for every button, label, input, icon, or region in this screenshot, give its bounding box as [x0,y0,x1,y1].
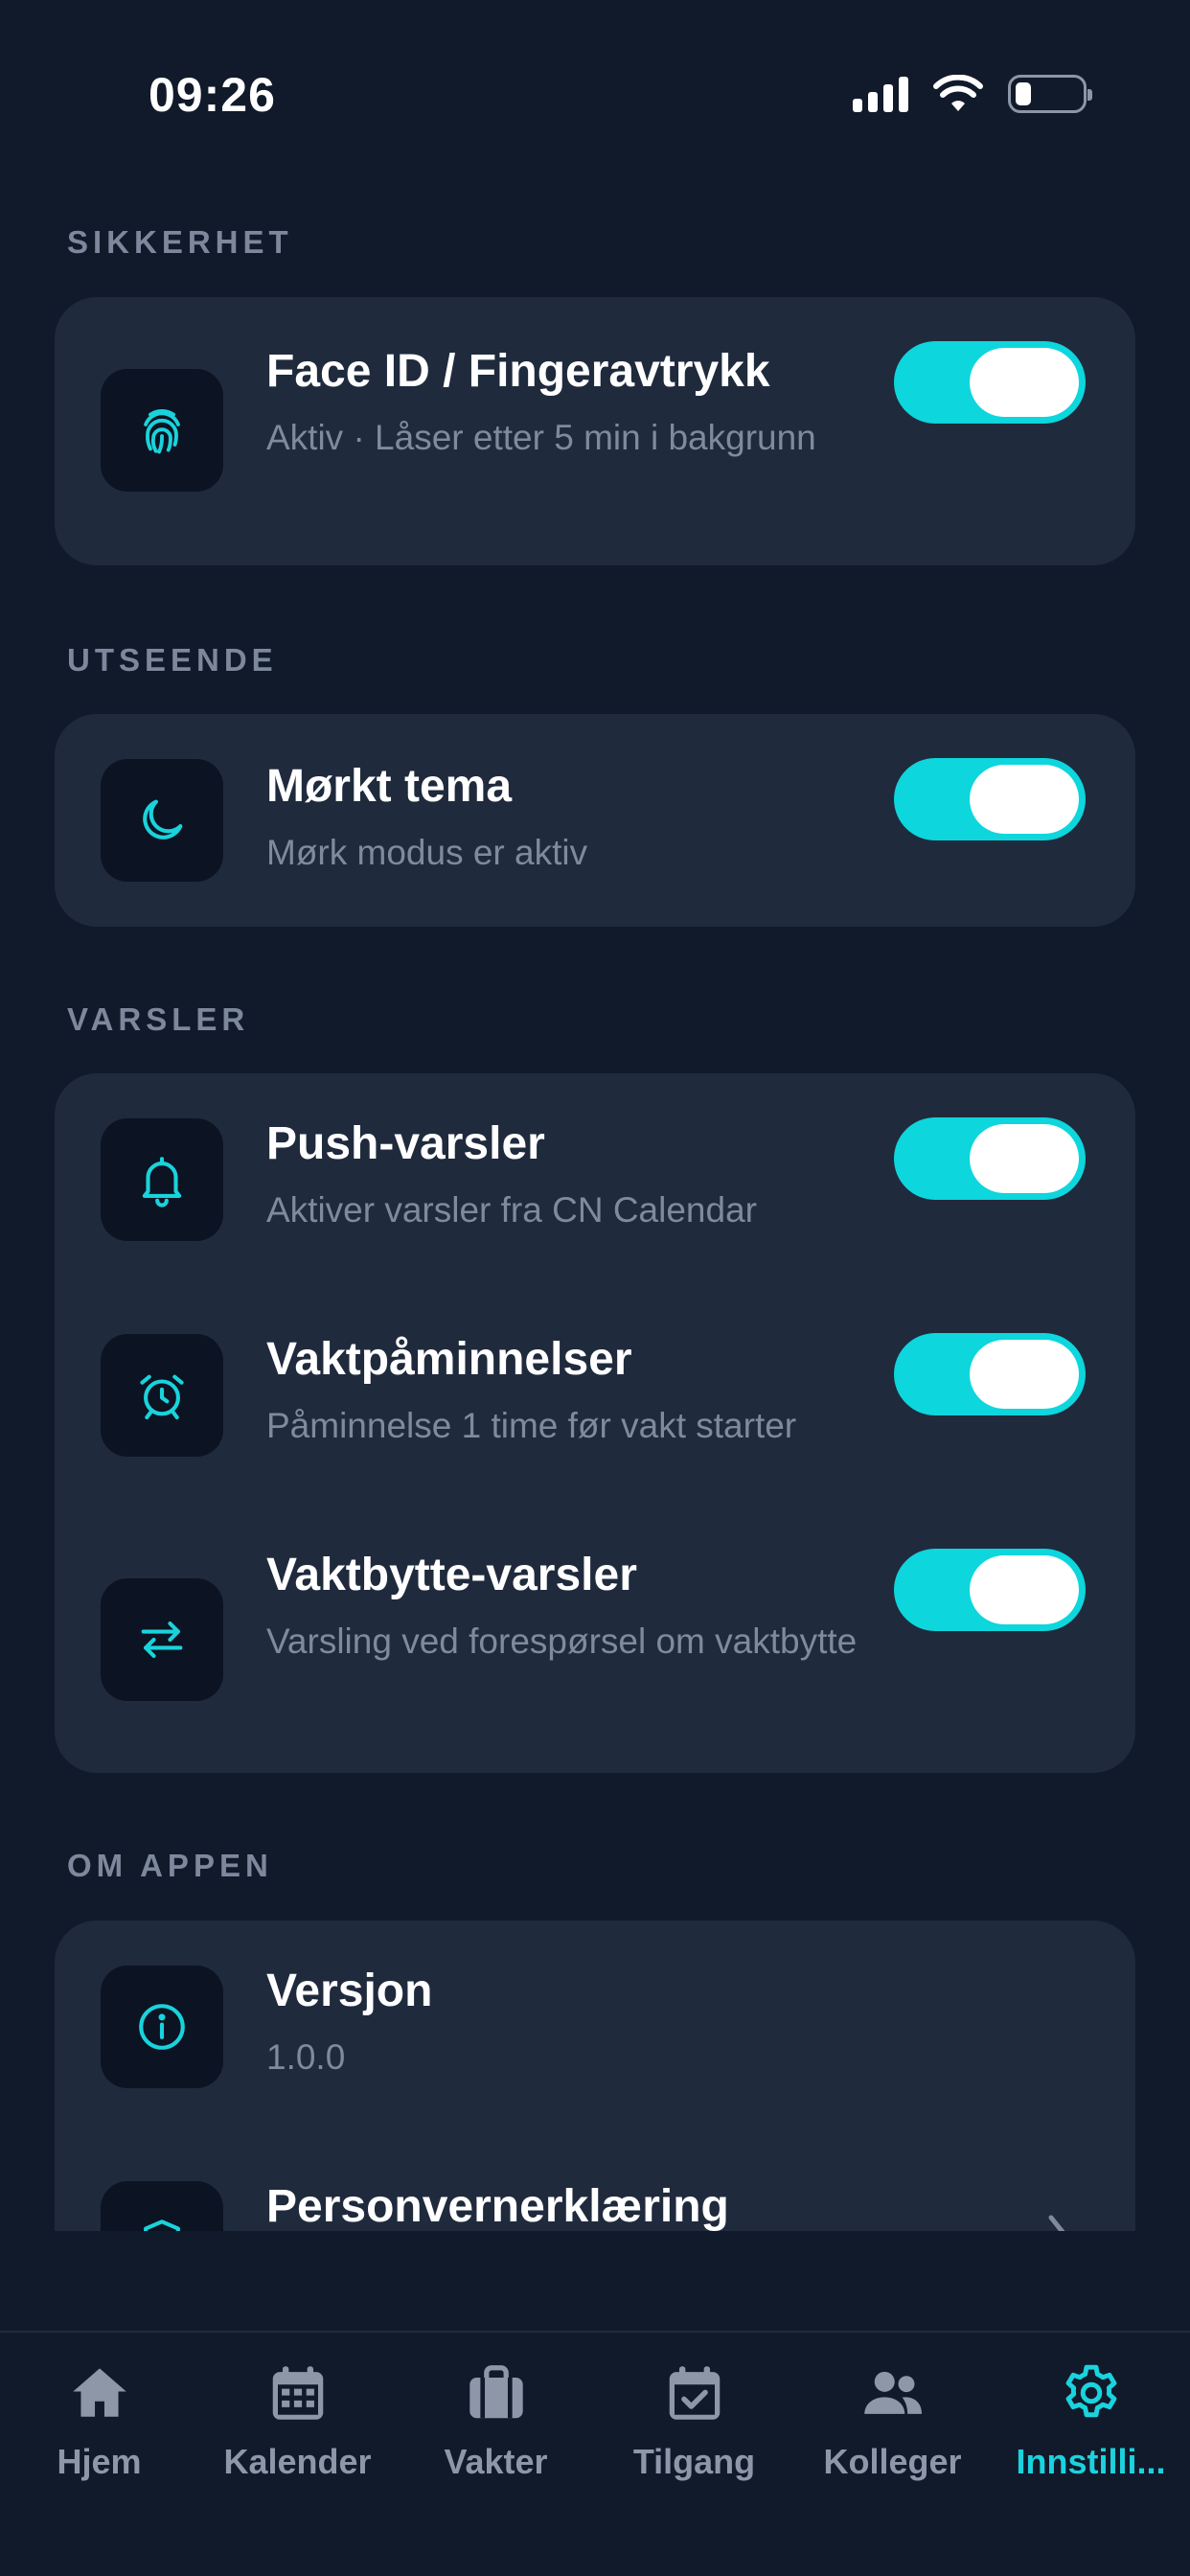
settings-screen: 09:26 SIKKERHET Face ID / Fingeravtrykk … [0,0,1190,2576]
about-card: Versjon 1.0.0 Personvernerklæring [55,1920,1135,2231]
dark-theme-toggle[interactable] [894,758,1086,840]
gear-icon [1058,2359,1125,2426]
status-icons [853,75,1092,113]
toggle-knob [970,1124,1079,1193]
tab-calendar[interactable]: Kalender [198,2359,397,2503]
section-title-notifications: VARSLER [67,1001,250,1037]
home-icon [66,2359,133,2426]
setting-row-privacy[interactable]: Personvernerklæring [55,2136,1135,2231]
tab-label: Vakter [444,2442,548,2481]
tab-label: Hjem [57,2442,142,2481]
security-card: Face ID / Fingeravtrykk Aktiv · Låser et… [55,297,1135,565]
setting-title: Push-varsler [266,1118,545,1169]
status-time: 09:26 [149,68,276,122]
toggle-knob [970,1555,1079,1624]
tab-home[interactable]: Hjem [0,2359,198,2503]
setting-subtitle: Mørk modus er aktiv [266,833,588,872]
setting-row-face-id[interactable]: Face ID / Fingeravtrykk Aktiv · Låser et… [55,297,1135,565]
tab-label: Innstilli... [1016,2442,1166,2481]
tab-shifts[interactable]: Vakter [397,2359,595,2503]
tab-colleagues[interactable]: Kolleger [793,2359,992,2503]
setting-subtitle: Påminnelse 1 time før vakt starter [266,1406,797,1445]
swap-arrows-icon [101,1578,223,1701]
section-title-about: OM APPEN [67,1848,273,1883]
toggle-knob [970,765,1079,834]
tab-label: Kolleger [823,2442,962,2481]
push-toggle[interactable] [894,1117,1086,1200]
cellular-signal-icon [853,76,908,112]
fingerprint-icon [101,369,223,492]
setting-title: Personvernerklæring [266,2181,729,2231]
briefcase-icon [463,2359,530,2426]
tab-label: Kalender [223,2442,372,2481]
chevron-right-icon [1048,2215,1065,2231]
appearance-card: Mørkt tema Mørk modus er aktiv [55,714,1135,927]
info-icon [101,1966,223,2088]
setting-row-shift-reminders[interactable]: Vaktpåminnelser Påminnelse 1 time før va… [55,1289,1135,1500]
tab-label: Tilgang [632,2442,756,2481]
tab-access[interactable]: Tilgang [595,2359,793,2503]
shift-swap-toggle[interactable] [894,1549,1086,1631]
status-bar: 09:26 [0,0,1190,192]
setting-title: Versjon [266,1966,433,2016]
setting-subtitle: Varsling ved forespørsel om vaktbytte [266,1622,858,1661]
shift-reminders-toggle[interactable] [894,1333,1086,1415]
setting-title: Vaktpåminnelser [266,1334,632,1385]
tab-settings[interactable]: Innstilli... [992,2359,1190,2503]
shield-icon [101,2181,223,2231]
calendar-icon [264,2359,332,2426]
face-id-toggle[interactable] [894,341,1086,424]
settings-list[interactable]: SIKKERHET Face ID / Fingeravtrykk Aktiv … [0,192,1190,2231]
setting-subtitle: Aktiv · Låser etter 5 min i bakgrunn [266,418,816,457]
bell-icon [101,1118,223,1241]
battery-low-icon [1008,75,1092,113]
setting-row-version: Versjon 1.0.0 [55,1920,1135,2133]
toggle-knob [970,1340,1079,1409]
section-title-security: SIKKERHET [67,224,293,260]
moon-icon [101,759,223,882]
setting-title: Vaktbytte-varsler [266,1550,637,1600]
notifications-card: Push-varsler Aktiver varsler fra CN Cale… [55,1073,1135,1773]
setting-row-shift-swap[interactable]: Vaktbytte-varsler Varsling ved forespørs… [55,1505,1135,1773]
calendar-check-icon [661,2359,728,2426]
toggle-knob [970,348,1079,417]
tab-bar: Hjem Kalender Vakter Tilgang Kolleger In… [0,2331,1190,2576]
section-title-appearance: UTSEENDE [67,642,278,678]
wifi-icon [933,75,983,111]
setting-title: Mørkt tema [266,761,513,812]
setting-title: Face ID / Fingeravtrykk [266,346,770,397]
people-icon [859,2359,927,2426]
setting-subtitle: 1.0.0 [266,2037,346,2077]
setting-row-dark-theme[interactable]: Mørkt tema Mørk modus er aktiv [55,714,1135,927]
alarm-clock-icon [101,1334,223,1457]
setting-row-push[interactable]: Push-varsler Aktiver varsler fra CN Cale… [55,1073,1135,1284]
setting-subtitle: Aktiver varsler fra CN Calendar [266,1190,757,1230]
